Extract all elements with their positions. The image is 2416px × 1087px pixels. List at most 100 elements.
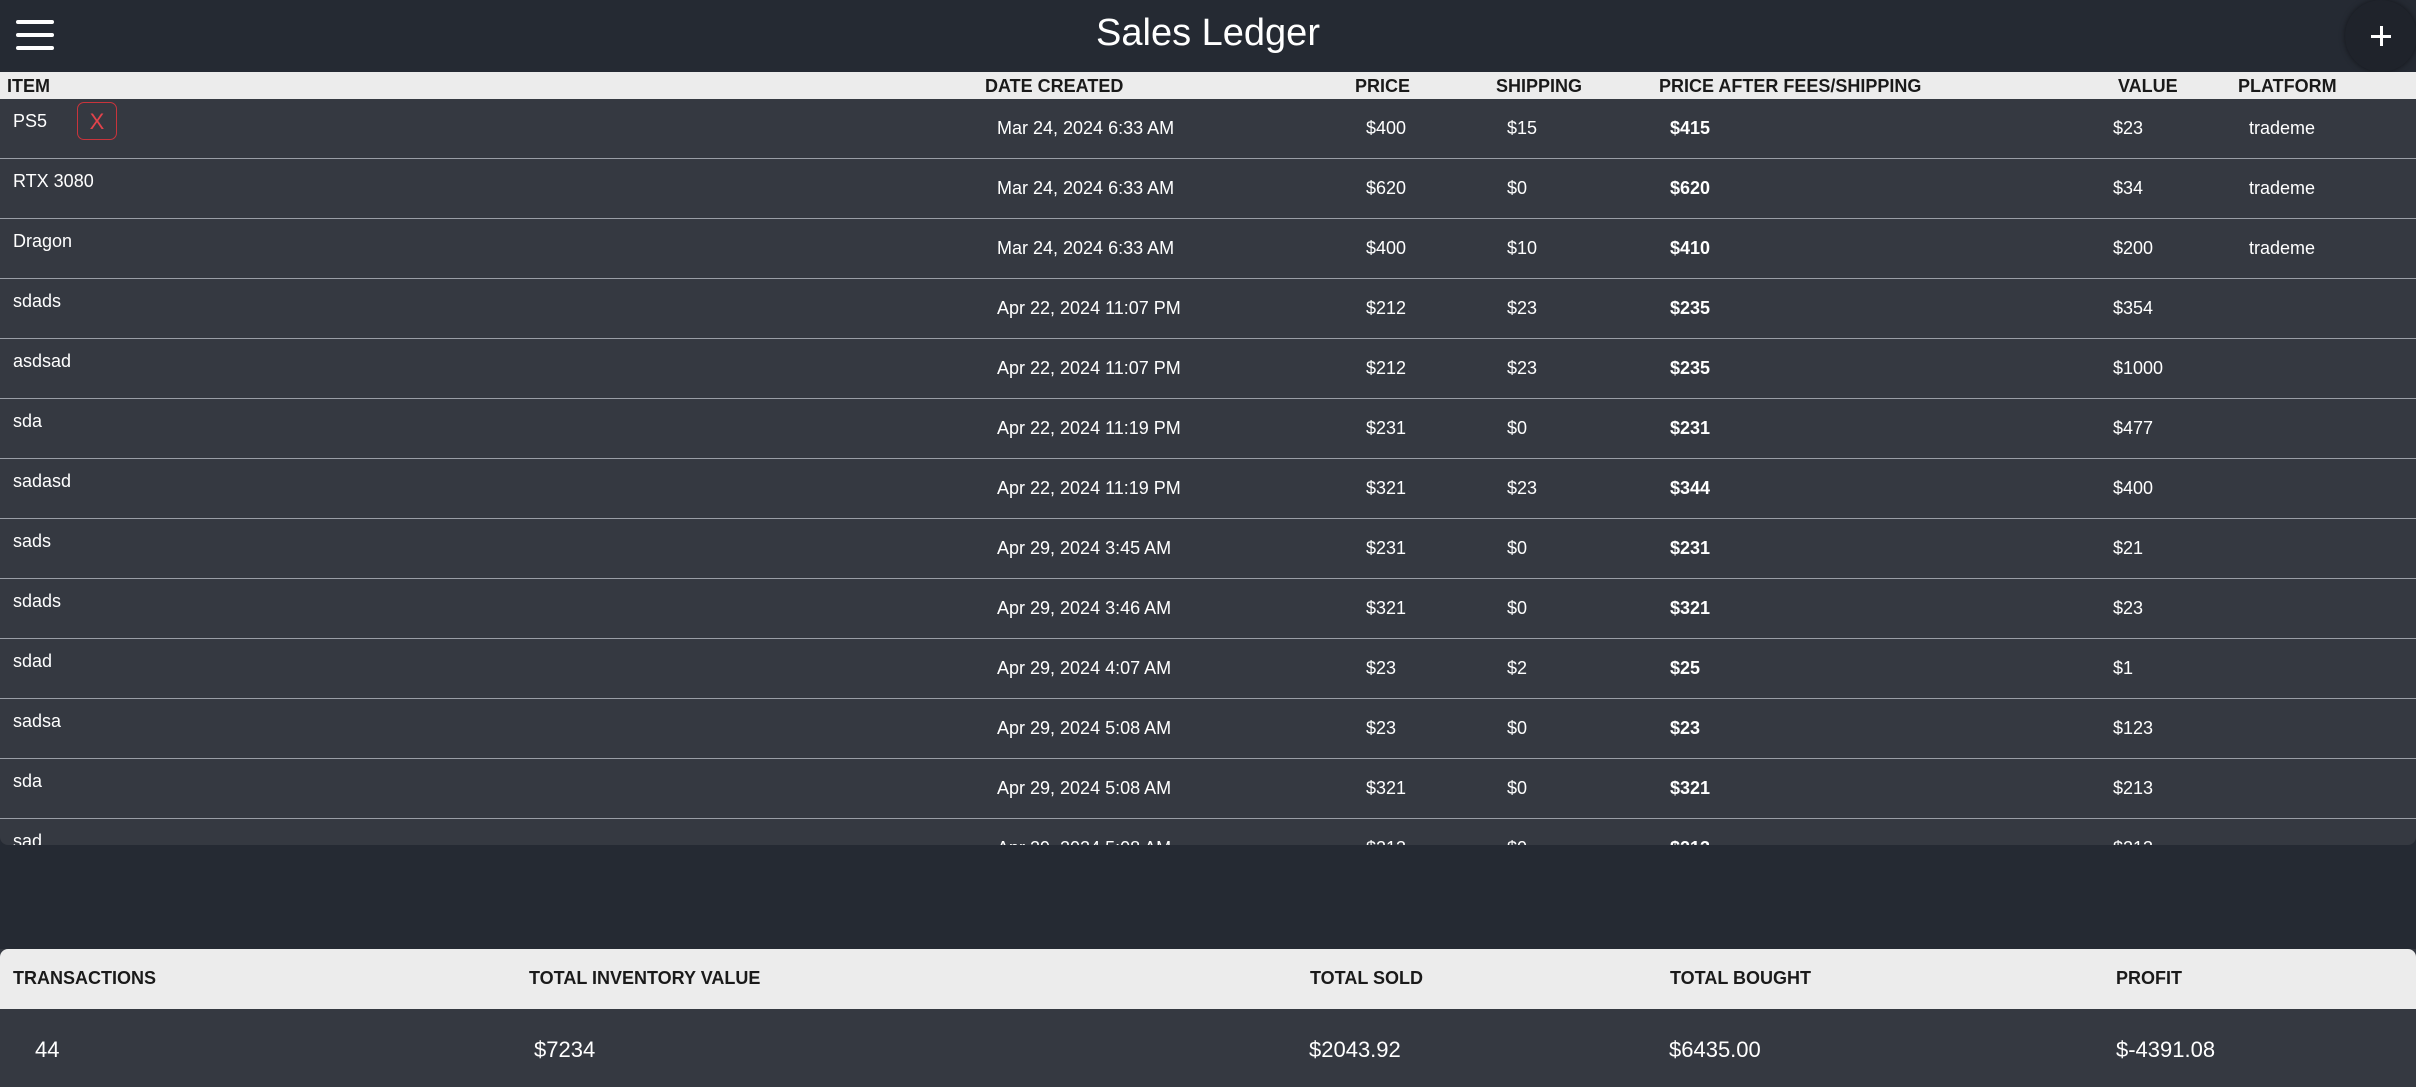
table-row[interactable]: sdads Apr 29, 2024 3:46 AM $321 $0 $321 $23 <box>0 579 2416 639</box>
cell-price: $321 <box>1366 478 1407 498</box>
cell-price: $400 <box>1366 118 1407 138</box>
cell-date: Apr 22, 2024 11:19 PM <box>997 478 1181 498</box>
cell-item: sadsa <box>13 711 62 731</box>
cell-price-after-fees: $321 <box>1670 778 1711 798</box>
summary-label-inventory: TOTAL INVENTORY VALUE <box>529 968 761 988</box>
table-row[interactable]: sadsa Apr 29, 2024 5:08 AM $23 $0 $23 $123 <box>0 699 2416 759</box>
summary-value-profit: $-4391.08 <box>2116 1037 2216 1062</box>
summary-header: TRANSACTIONS TOTAL INVENTORY VALUE TOTAL… <box>0 949 2416 1009</box>
cell-value: $354 <box>2113 298 2154 318</box>
table-row[interactable]: asdsad Apr 22, 2024 11:07 PM $212 $23 $235 $1… <box>0 339 2416 399</box>
cell-price-after-fees: $235 <box>1670 358 1711 378</box>
cell-value: $23 <box>2113 598 2144 618</box>
cell-value: $477 <box>2113 418 2154 438</box>
cell-value: $200 <box>2113 238 2154 258</box>
summary-panel: TRANSACTIONS TOTAL INVENTORY VALUE TOTAL… <box>0 949 2416 1087</box>
cell-value: $34 <box>2113 178 2144 198</box>
cell-price-after-fees: $344 <box>1670 478 1711 498</box>
delete-row-button[interactable]: X <box>77 102 117 140</box>
cell-price-after-fees: $23 <box>1670 718 1701 738</box>
cell-date: Apr 29, 2024 4:07 AM <box>997 658 1172 678</box>
column-header-price-after-fees: PRICE AFTER FEES/SHIPPING <box>1659 76 1922 96</box>
summary-value-bought: $6435.00 <box>1669 1037 1761 1062</box>
cell-price: $620 <box>1366 178 1407 198</box>
cell-value: $1000 <box>2113 358 2164 378</box>
cell-platform: trademe <box>2249 238 2316 258</box>
cell-platform: trademe <box>2249 178 2316 198</box>
cell-price-after-fees: $231 <box>1670 538 1711 558</box>
summary-label-sold: TOTAL SOLD <box>1310 968 1424 988</box>
table-row[interactable]: sad Apr 29, 2024 5:08 AM $213 $0 $213 $213 <box>0 819 2416 845</box>
table-row[interactable]: sda Apr 29, 2024 5:08 AM $321 $0 $321 $213 <box>0 759 2416 819</box>
column-header-price: PRICE <box>1355 76 1411 96</box>
cell-value: $1 <box>2113 658 2134 678</box>
cell-value: $400 <box>2113 478 2154 498</box>
cell-item: sadasd <box>13 471 72 491</box>
table-row[interactable]: sdads Apr 22, 2024 11:07 PM $212 $23 $235 $35… <box>0 279 2416 339</box>
cell-price-after-fees: $235 <box>1670 298 1711 318</box>
cell-item: sdads <box>13 591 62 611</box>
cell-shipping: $23 <box>1507 358 1538 378</box>
cell-shipping: $10 <box>1507 238 1538 258</box>
cell-shipping: $0 <box>1507 778 1528 798</box>
table-row[interactable]: PS5 Mar 24, 2024 6:33 AM $400 $15 $415 $23 tra… <box>0 99 2416 159</box>
summary-label-bought: TOTAL BOUGHT <box>1670 968 1811 988</box>
page-title: Sales Ledger <box>1096 12 1320 54</box>
column-header-shipping: SHIPPING <box>1496 76 1583 96</box>
cell-date: Apr 29, 2024 3:45 AM <box>997 538 1172 558</box>
cell-price-after-fees: $25 <box>1670 658 1701 678</box>
summary-label-transactions: TRANSACTIONS <box>13 968 156 988</box>
cell-price: $23 <box>1366 658 1397 678</box>
cell-value: $23 <box>2113 118 2144 138</box>
cell-price: $231 <box>1366 538 1407 558</box>
cell-shipping: $0 <box>1507 598 1528 618</box>
cell-price: $231 <box>1366 418 1407 438</box>
table-row[interactable]: RTX 3080 Mar 24, 2024 6:33 AM $620 $0 $620 $3… <box>0 159 2416 219</box>
cell-value: $213 <box>2113 838 2153 845</box>
cell-item: sdad <box>13 651 53 671</box>
cell-date: Apr 29, 2024 5:08 AM <box>997 838 1171 845</box>
cell-date: Apr 22, 2024 11:19 PM <box>997 418 1181 438</box>
cell-shipping: $15 <box>1507 118 1538 138</box>
cell-price-after-fees: $321 <box>1670 598 1711 618</box>
cell-value: $21 <box>2113 538 2144 558</box>
table-row[interactable]: sads Apr 29, 2024 3:45 AM $231 $0 $231 $21 <box>0 519 2416 579</box>
cell-value: $123 <box>2113 718 2154 738</box>
cell-price: $321 <box>1366 778 1407 798</box>
table-row[interactable]: sadasd Apr 22, 2024 11:19 PM $321 $23 $344 $4… <box>0 459 2416 519</box>
cell-shipping: $0 <box>1507 838 1527 845</box>
add-transaction-button[interactable] <box>2345 0 2416 72</box>
cell-date: Mar 24, 2024 6:33 AM <box>997 238 1175 258</box>
table-header: ITEM DATE CREATED PRICE SHIPPING PRICE A… <box>0 72 2416 99</box>
cell-price: $23 <box>1366 718 1397 738</box>
cell-price: $212 <box>1366 298 1407 318</box>
table-row[interactable]: sda Apr 22, 2024 11:19 PM $231 $0 $231 $477 <box>0 399 2416 459</box>
cell-price-after-fees: $213 <box>1670 838 1710 845</box>
cell-item: RTX 3080 <box>13 171 94 191</box>
cell-date: Apr 29, 2024 5:08 AM <box>997 718 1172 738</box>
summary-label-profit: PROFIT <box>2116 968 2182 988</box>
app-header: Sales Ledger <box>0 0 2416 72</box>
cell-price: $213 <box>1366 838 1406 845</box>
summary-value-transactions: 44 <box>35 1037 60 1062</box>
cell-shipping: $0 <box>1507 538 1528 558</box>
cell-item: sdads <box>13 291 62 311</box>
cell-shipping: $0 <box>1507 418 1528 438</box>
cell-price-after-fees: $410 <box>1670 238 1711 258</box>
cell-shipping: $0 <box>1507 178 1528 198</box>
cell-item: sda <box>13 771 43 791</box>
cell-item: sad <box>13 831 43 845</box>
cell-item: PS5 <box>13 111 48 131</box>
cell-date: Mar 24, 2024 6:33 AM <box>997 178 1175 198</box>
table-row[interactable]: sdad Apr 29, 2024 4:07 AM $23 $2 $25 $1 <box>0 639 2416 699</box>
summary-value-sold: $2043.92 <box>1309 1037 1401 1062</box>
cell-item: sads <box>13 531 52 551</box>
cell-date: Mar 24, 2024 6:33 AM <box>997 118 1175 138</box>
cell-price: $212 <box>1366 358 1407 378</box>
cell-shipping: $0 <box>1507 718 1528 738</box>
cell-price: $400 <box>1366 238 1407 258</box>
table-row[interactable]: Dragon Mar 24, 2024 6:33 AM $400 $10 $410 $20… <box>0 219 2416 279</box>
sales-ledger-table[interactable]: ITEM DATE CREATED PRICE SHIPPING PRICE A… <box>0 72 2416 845</box>
column-header-date: DATE CREATED <box>985 76 1124 96</box>
column-header-value: VALUE <box>2118 76 2178 96</box>
